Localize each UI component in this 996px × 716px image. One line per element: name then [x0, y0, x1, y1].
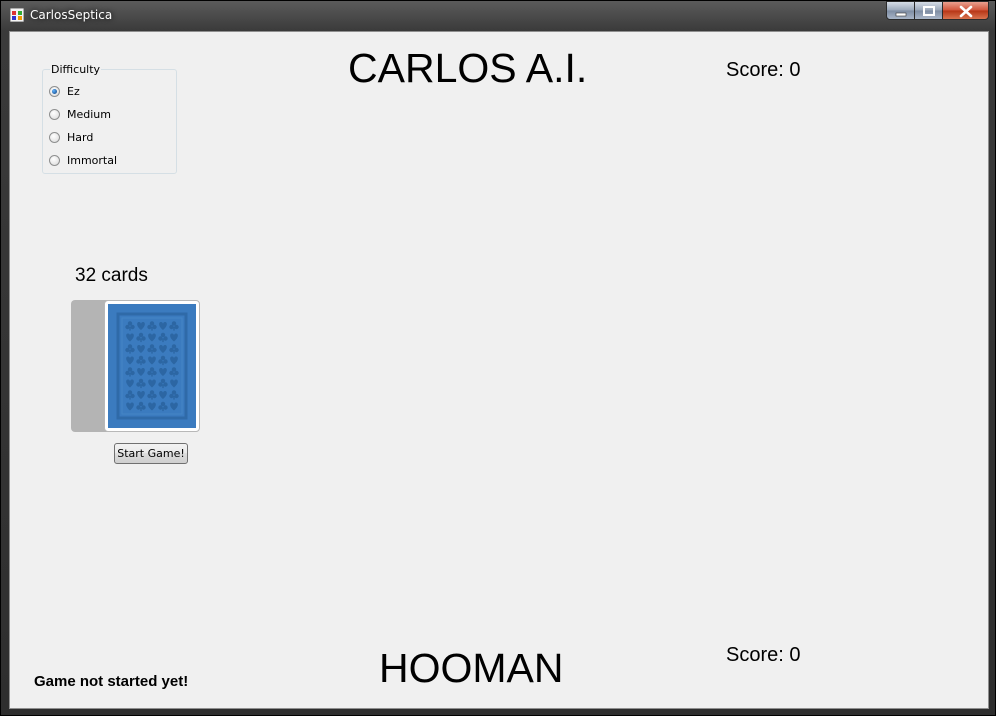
close-icon	[959, 5, 973, 18]
close-button[interactable]	[942, 1, 989, 20]
difficulty-option-label: Immortal	[67, 154, 118, 167]
difficulty-option-medium[interactable]: Medium	[49, 107, 169, 123]
difficulty-option-immortal[interactable]: Immortal	[49, 153, 169, 169]
deck-card[interactable]	[104, 300, 200, 432]
difficulty-option-label: Ez	[67, 85, 80, 98]
difficulty-option-hard[interactable]: Hard	[49, 130, 169, 146]
minimize-icon	[895, 12, 907, 17]
status-message: Game not started yet!	[34, 673, 189, 690]
window-title: CarlosSeptica	[30, 8, 113, 22]
radio-button-icon	[49, 86, 60, 97]
difficulty-option-label: Hard	[67, 131, 94, 144]
ai-player-name: CARLOS A.I.	[348, 45, 588, 91]
maximize-button[interactable]	[914, 1, 943, 20]
radio-button-icon	[49, 109, 60, 120]
title-bar[interactable]: CarlosSeptica	[1, 1, 995, 29]
card-back-pattern-icon	[116, 312, 188, 420]
deck-count: 32 cards	[75, 265, 148, 286]
human-player-name: HOOMAN	[379, 645, 564, 691]
human-score: Score: 0	[726, 644, 801, 666]
maximize-icon	[923, 6, 935, 16]
app-icon	[9, 7, 25, 23]
difficulty-legend: Difficulty	[50, 63, 102, 76]
start-game-button[interactable]: Start Game!	[114, 443, 188, 464]
app-window: CarlosSeptica Difficulty Ez Medium Hard …	[0, 0, 996, 716]
game-area: Difficulty Ez Medium Hard Immortal CARLO…	[9, 31, 989, 709]
radio-selected-dot	[52, 89, 57, 94]
difficulty-group: Difficulty Ez Medium Hard Immortal	[42, 63, 177, 174]
minimize-button[interactable]	[886, 1, 915, 20]
radio-button-icon	[49, 132, 60, 143]
difficulty-option-ez[interactable]: Ez	[49, 84, 169, 100]
radio-button-icon	[49, 155, 60, 166]
card-back	[108, 304, 196, 428]
ai-score: Score: 0	[726, 59, 801, 81]
difficulty-option-label: Medium	[67, 108, 111, 121]
